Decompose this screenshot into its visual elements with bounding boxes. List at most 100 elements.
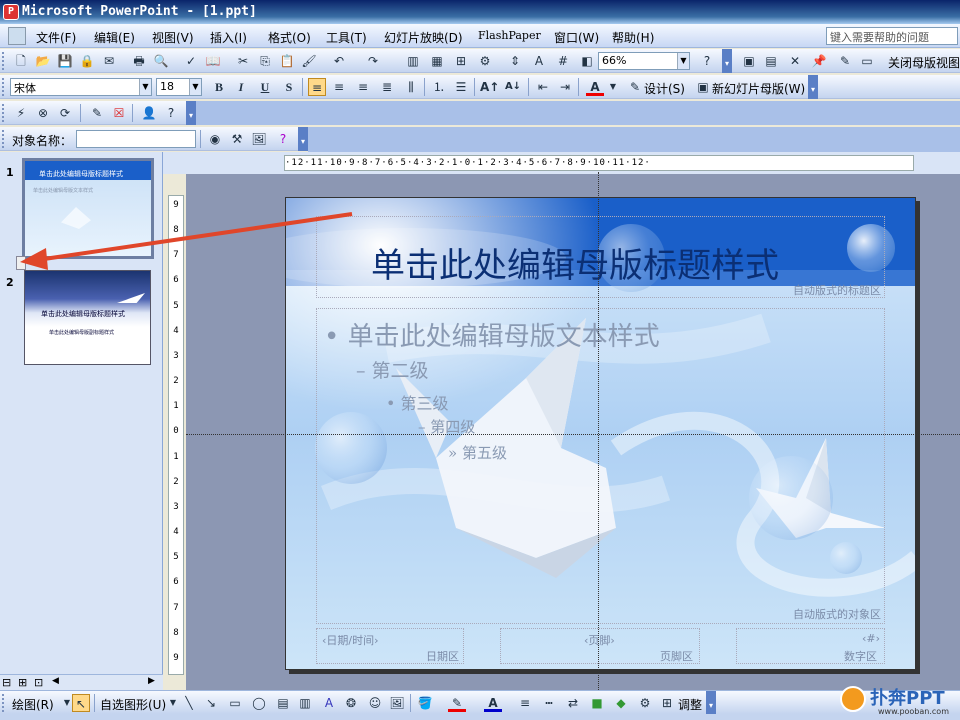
justify-icon[interactable]: ≣	[378, 78, 396, 96]
help-icon[interactable]: ?	[274, 130, 292, 148]
open-icon[interactable]: 📂	[34, 52, 52, 70]
toolbar-options-icon[interactable]: ▾	[186, 101, 196, 125]
diagram-icon[interactable]: ❂	[342, 694, 360, 712]
bullets-icon[interactable]: ☰	[452, 78, 470, 96]
oval-icon[interactable]: ◯	[250, 694, 268, 712]
menu-slideshow[interactable]: 幻灯片放映(D)	[384, 29, 463, 46]
align-left-icon[interactable]: ≡	[308, 78, 326, 96]
line-color-icon[interactable]: ✎	[448, 694, 466, 712]
decrease-font-icon[interactable]: A↓	[504, 78, 522, 96]
tables-borders-icon[interactable]: ⊞	[452, 52, 470, 70]
chevron-down-icon[interactable]: ▼	[139, 79, 151, 95]
font-select[interactable]: 宋体 ▼	[10, 78, 152, 96]
insert-chart-icon[interactable]: ▥	[404, 52, 422, 70]
shadow-button[interactable]: S	[280, 78, 298, 96]
chevron-down-icon[interactable]: ▼	[677, 53, 689, 69]
wordart-icon[interactable]: A	[320, 694, 338, 712]
slideshow-icon[interactable]: ⊡	[34, 676, 43, 689]
menu-format[interactable]: 格式(O)	[268, 29, 311, 46]
show-grid-icon[interactable]: #	[554, 52, 572, 70]
save-icon[interactable]: 💾	[56, 52, 74, 70]
show-formatting-icon[interactable]: A	[530, 52, 548, 70]
draw-menu-button[interactable]: 绘图(R)	[12, 696, 54, 713]
record-icon[interactable]: ◉	[206, 130, 224, 148]
italic-button[interactable]: I	[232, 78, 250, 96]
cut-icon[interactable]: ✂	[234, 52, 252, 70]
menu-help[interactable]: 帮助(H)	[612, 29, 654, 46]
spelling-icon[interactable]: ✓	[182, 52, 200, 70]
redo-icon[interactable]: ↷	[364, 52, 382, 70]
master-insert-icon[interactable]: ▣	[740, 52, 758, 70]
horizontal-ruler[interactable]: ·12·11·10·9·8·7·6·5·4·3·2·1·0·1·2·3·4·5·…	[284, 155, 914, 171]
toolbar-grip[interactable]	[2, 104, 6, 122]
master-delete-icon[interactable]: ✕	[786, 52, 804, 70]
undo-icon[interactable]: ↶	[330, 52, 348, 70]
increase-indent-icon[interactable]: ⇥	[556, 78, 574, 96]
master-rename-icon[interactable]: ✎	[836, 52, 854, 70]
permission-icon[interactable]: 🔒	[78, 52, 96, 70]
master-insert-title-icon[interactable]: ▤	[762, 52, 780, 70]
fill-color-icon[interactable]: 🪣	[416, 694, 434, 712]
email-icon[interactable]: ✉	[100, 52, 118, 70]
arrow-icon[interactable]: ↘	[202, 694, 220, 712]
toolbar-options-icon[interactable]: ▾	[706, 691, 716, 715]
slide-title[interactable]: 单击此处编辑母版标题样式	[371, 238, 779, 287]
line-style-icon[interactable]: ≡	[516, 694, 534, 712]
insert-table-icon[interactable]: ▦	[428, 52, 446, 70]
horizontal-guide[interactable]	[186, 434, 960, 435]
arrow-style-icon[interactable]: ⇄	[564, 694, 582, 712]
format-painter-icon[interactable]: 🖌	[300, 52, 318, 70]
run-macro-icon[interactable]: ⚡	[12, 104, 30, 122]
picture-tools-icon[interactable]: ⚙	[636, 694, 654, 712]
adjust-icon[interactable]: ⊞	[658, 694, 676, 712]
vertical-guide[interactable]	[598, 172, 599, 690]
picture-icon[interactable]: 🖼	[388, 694, 406, 712]
align-center-icon[interactable]: ≡	[330, 78, 348, 96]
increase-font-icon[interactable]: A↑	[480, 78, 499, 96]
expand-all-icon[interactable]: ⇕	[506, 52, 524, 70]
toolbar-grip[interactable]	[2, 52, 6, 70]
underline-button[interactable]: U	[256, 78, 274, 96]
paste-icon[interactable]: 📋	[278, 52, 296, 70]
menu-flashpaper[interactable]: FlashPaper	[478, 29, 541, 42]
slide-thumbnail-1[interactable]: 单击此处编辑母版标题样式 单击此处编辑母版文本样式	[22, 158, 154, 259]
toolbar-grip[interactable]	[2, 130, 6, 148]
insert-diagram-icon[interactable]: ⚙	[476, 52, 494, 70]
scroll-right-icon[interactable]: ▶	[148, 676, 155, 686]
menu-edit[interactable]: 编辑(E)	[94, 29, 135, 46]
help-icon[interactable]: ?	[698, 52, 716, 70]
refresh-icon[interactable]: ⟳	[56, 104, 74, 122]
dash-style-icon[interactable]: ┅	[540, 694, 558, 712]
chevron-down-icon[interactable]: ▼	[604, 78, 622, 96]
toolbar-options-icon[interactable]: ▾	[298, 127, 308, 151]
document-menu-icon[interactable]	[8, 27, 26, 45]
select-pointer-icon[interactable]: ↖	[72, 694, 90, 712]
body-level-5[interactable]: » 第五级	[448, 442, 507, 463]
numbering-icon[interactable]: ⒈	[430, 78, 448, 96]
master-preserve-icon[interactable]: 📌	[810, 52, 828, 70]
copy-icon[interactable]: ⎘	[256, 52, 274, 70]
user-icon[interactable]: 👤	[140, 104, 158, 122]
new-master-button[interactable]: 新幻灯片母版(W)	[712, 80, 805, 97]
toolbar-grip[interactable]	[2, 694, 6, 712]
menu-view[interactable]: 视图(V)	[152, 29, 194, 46]
edit-icon[interactable]: ✎	[88, 104, 106, 122]
help-search-input[interactable]: 键入需要帮助的问题	[826, 27, 958, 45]
columns-icon[interactable]: ⫼	[402, 78, 420, 96]
menu-window[interactable]: 窗口(W)	[554, 29, 599, 46]
print-icon[interactable]: 🖶	[130, 52, 148, 70]
new-master-icon[interactable]: ▣	[694, 78, 712, 96]
menu-insert[interactable]: 插入(I)	[210, 29, 247, 46]
align-right-icon[interactable]: ≡	[354, 78, 372, 96]
design-icon[interactable]: ✎	[626, 78, 644, 96]
delete-icon[interactable]: ☒	[110, 104, 128, 122]
menu-tools[interactable]: 工具(T)	[326, 29, 367, 46]
rectangle-icon[interactable]: ▭	[226, 694, 244, 712]
decrease-indent-icon[interactable]: ⇤	[534, 78, 552, 96]
bold-button[interactable]: B	[210, 78, 228, 96]
master-layout-icon[interactable]: ▭	[858, 52, 876, 70]
image-icon[interactable]: 🖼	[250, 130, 268, 148]
slide-thumbnail-2[interactable]: 单击此处编辑母版标题样式 单击此处编辑母版副标题样式	[24, 270, 151, 365]
powerpoint-app-icon[interactable]: P	[3, 4, 19, 20]
research-icon[interactable]: 📖	[204, 52, 222, 70]
